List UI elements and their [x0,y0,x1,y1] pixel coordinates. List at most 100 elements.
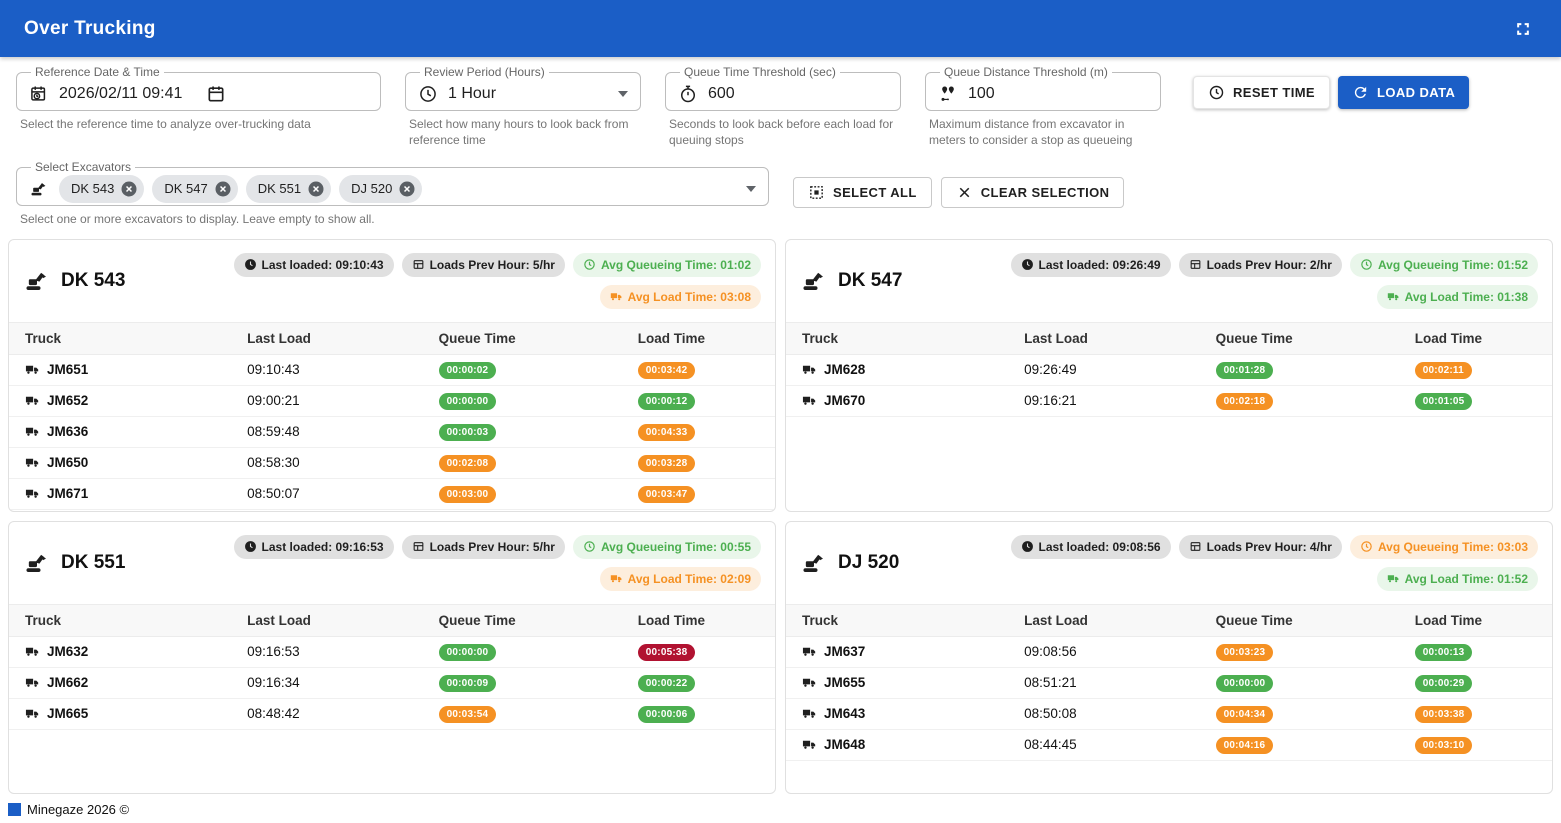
chip-remove-icon[interactable] [214,180,232,198]
load-time-badge: 00:01:05 [1415,393,1473,410]
excavator-dropdown-caret-icon[interactable] [746,186,756,192]
truck-icon [802,644,817,659]
truck-row: JM662 09:16:34 00:00:09 00:00:22 [9,667,775,698]
excavator-chip-label: DK 551 [258,181,301,196]
truck-row: JM636 08:59:48 00:00:03 00:04:33 [9,416,775,447]
load-time-badge: 00:04:33 [638,424,696,441]
chip-remove-icon[interactable] [398,180,416,198]
load-time-badge: 00:00:13 [1415,644,1473,661]
queue-distance-threshold-label: Queue Distance Threshold (m) [940,67,1112,77]
excavator-chip[interactable]: DJ 520 [339,175,422,203]
excavator-chip[interactable]: DK 551 [246,175,331,203]
loads-prev-hour-badge: Loads Prev Hour: 5/hr [402,535,565,559]
column-header-load-time: Load Time [622,604,775,636]
truck-name: JM662 [47,675,88,690]
review-period-field: Review Period (Hours) 1 Hour Select how … [405,67,641,148]
excavator-select-row: Select Excavators DK 543 DK 547 DK 551 D… [0,148,1561,227]
queue-time-badge: 00:03:54 [439,706,497,723]
queue-time-badge: 00:02:08 [439,455,497,472]
excavator-name: DK 543 [61,270,125,292]
excavator-icon [29,179,49,199]
clear-selection-button[interactable]: CLEAR SELECTION [941,177,1125,208]
excavator-panel: DK 551 Last loaded: 09:16:53 Loads Prev … [8,521,776,794]
queue-time-badge: 00:00:00 [439,393,497,410]
fullscreen-icon [1513,19,1533,39]
column-header-queue-time: Queue Time [423,322,622,354]
truck-table: Truck Last Load Queue Time Load Time JM6… [9,322,775,510]
truck-icon [802,675,817,690]
avg-queueing-time-badge: Avg Queueing Time: 00:55 [573,535,761,559]
reference-datetime-input[interactable]: Reference Date & Time 2026/02/11 09:41 [16,67,381,111]
excavator-panel: DK 543 Last loaded: 09:10:43 Loads Prev … [8,239,776,512]
avg-queueing-time-badge: Avg Queueing Time: 03:03 [1350,535,1538,559]
review-period-label: Review Period (Hours) [420,67,549,77]
dropdown-caret-icon[interactable] [618,91,628,97]
select-all-button[interactable]: SELECT ALL [793,177,932,208]
queue-distance-threshold-input[interactable]: Queue Distance Threshold (m) 100 [925,67,1161,111]
excavator-chip-label: DK 543 [71,181,114,196]
panels-grid: DK 543 Last loaded: 09:10:43 Loads Prev … [0,228,1561,794]
last-load-time: 09:00:21 [231,385,423,416]
last-load-time: 08:51:21 [1008,667,1200,698]
load-time-badge: 00:03:10 [1415,737,1473,754]
last-loaded-badge: Last loaded: 09:26:49 [1011,253,1171,277]
excavator-select-field: Select Excavators DK 543 DK 547 DK 551 D… [16,162,769,227]
last-loaded-badge: Last loaded: 09:10:43 [234,253,394,277]
excavator-chip[interactable]: DK 543 [59,175,144,203]
queue-time-badge: 00:00:03 [439,424,497,441]
filter-row: Reference Date & Time 2026/02/11 09:41 S… [0,57,1561,148]
chip-remove-icon[interactable] [120,180,138,198]
queue-time-badge: 00:02:18 [1216,393,1274,410]
truck-name: JM643 [824,706,865,721]
panel-badges: Last loaded: 09:10:43 Loads Prev Hour: 5… [141,253,761,309]
select-all-label: SELECT ALL [833,185,917,200]
distance-icon [938,84,958,104]
app-header: Over Trucking [0,0,1561,57]
panel-header: DK 547 Last loaded: 09:26:49 Loads Prev … [786,240,1552,322]
truck-row: JM665 08:48:42 00:03:54 00:00:06 [9,698,775,729]
excavator-icon [23,549,51,577]
load-time-badge: 00:03:28 [638,455,696,472]
reference-datetime-value: 2026/02/11 09:41 [59,85,182,103]
truck-table: Truck Last Load Queue Time Load Time JM6… [9,604,775,730]
reference-datetime-label: Reference Date & Time [31,67,164,77]
loads-prev-hour-badge: Loads Prev Hour: 5/hr [402,253,565,277]
review-period-select[interactable]: Review Period (Hours) 1 Hour [405,67,641,111]
last-loaded-badge: Last loaded: 09:16:53 [234,535,394,559]
excavator-chip[interactable]: DK 547 [152,175,237,203]
queue-time-threshold-value: 600 [708,85,735,103]
truck-name: JM671 [47,486,88,501]
truck-icon [25,455,40,470]
reference-datetime-field: Reference Date & Time 2026/02/11 09:41 S… [16,67,381,132]
column-header-truck: Truck [786,604,1008,636]
queue-time-threshold-input[interactable]: Queue Time Threshold (sec) 600 [665,67,901,111]
truck-row: JM637 09:08:56 00:03:23 00:00:13 [786,636,1552,667]
truck-row: JM655 08:51:21 00:00:00 00:00:29 [786,667,1552,698]
truck-row: JM651 09:10:43 00:00:02 00:03:42 [9,354,775,385]
refresh-icon [1352,84,1369,101]
truck-table-header-row: Truck Last Load Queue Time Load Time [786,604,1552,636]
fullscreen-button[interactable] [1509,15,1537,43]
load-time-badge: 00:00:06 [638,706,696,723]
truck-icon [25,424,40,439]
queue-distance-threshold-value: 100 [968,85,995,103]
panel-header: DJ 520 Last loaded: 09:08:56 Loads Prev … [786,522,1552,604]
last-load-time: 08:44:45 [1008,729,1200,760]
avg-load-time-badge: Avg Load Time: 01:38 [1377,285,1538,309]
calendar-icon[interactable] [206,84,226,104]
page-title: Over Trucking [24,18,156,40]
load-time-badge: 00:03:47 [638,486,696,503]
excavator-icon [800,267,828,295]
queue-time-badge: 00:00:02 [439,362,497,379]
load-data-button[interactable]: LOAD DATA [1338,76,1469,109]
chip-remove-icon[interactable] [307,180,325,198]
excavator-multiselect[interactable]: Select Excavators DK 543 DK 547 DK 551 D… [16,162,769,206]
clear-selection-label: CLEAR SELECTION [981,185,1110,200]
last-load-time: 09:08:56 [1008,636,1200,667]
select-all-icon [808,184,825,201]
queue-time-badge: 00:04:16 [1216,737,1274,754]
last-load-time: 08:50:08 [1008,698,1200,729]
truck-icon [25,486,40,501]
reset-time-button[interactable]: RESET TIME [1193,76,1330,109]
truck-icon [25,706,40,721]
